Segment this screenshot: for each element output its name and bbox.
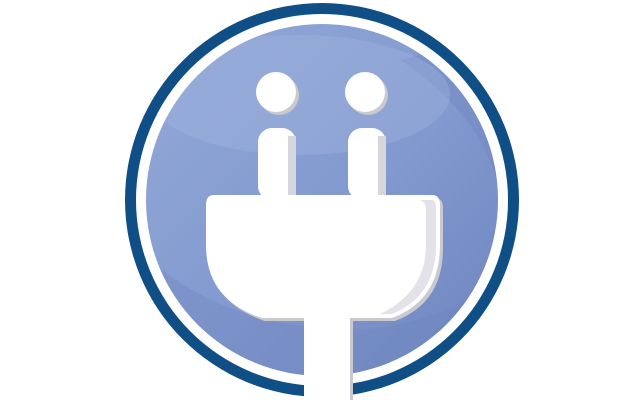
- power-plug-icon: [125, 3, 519, 400]
- icon-canvas: [0, 0, 640, 400]
